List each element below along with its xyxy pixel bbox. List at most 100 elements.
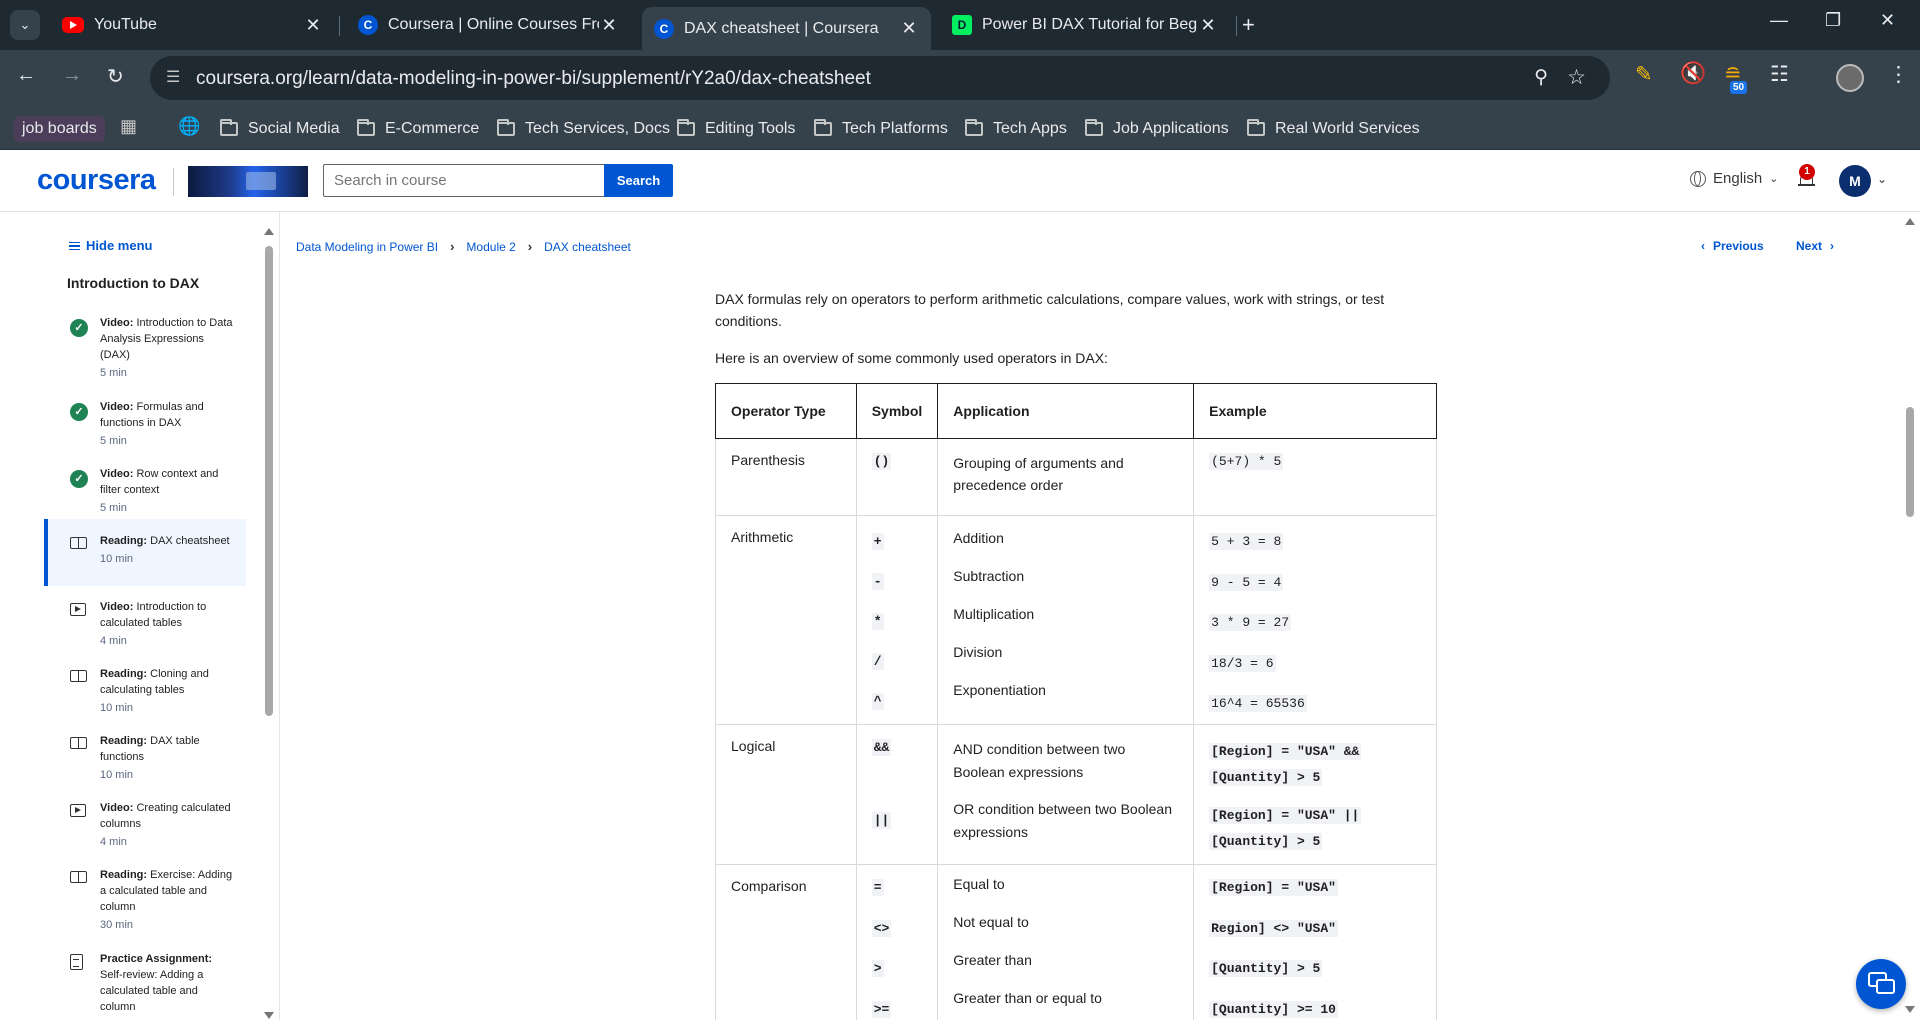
close-tab-icon[interactable]: ✕ [1198,15,1218,36]
bookmark-folder-label: Real World Services [1275,120,1420,137]
chat-assistant-button[interactable] [1856,959,1906,1009]
tab-youtube[interactable]: YouTube ✕ [50,8,335,42]
bookmark-folder[interactable]: Tech Services, Docs [497,116,670,142]
hide-menu-button[interactable]: Hide menu [69,238,152,253]
tab-dax-cheatsheet[interactable]: C DAX cheatsheet | Coursera ✕ [642,7,931,50]
symbol: / [871,653,884,670]
folder-icon [1247,119,1265,136]
bookmark-folder[interactable]: Editing Tools [677,116,795,142]
chevron-down-icon[interactable]: ⌄ [1877,172,1887,186]
extensions-puzzle-icon[interactable]: ☷ [1770,62,1789,87]
item-kind: Video: [100,468,134,480]
user-avatar[interactable]: M [1839,165,1871,197]
sidebar-scrollbar[interactable] [264,228,274,1019]
scrollbar-thumb[interactable] [1906,407,1914,517]
next-button[interactable]: Next › [1796,239,1834,253]
chat-bubble-icon [1876,979,1895,994]
new-tab-plus-icon[interactable]: + [1242,12,1255,38]
datacamp-icon: D [952,15,972,35]
breadcrumb-current-page[interactable]: DAX cheatsheet [544,240,631,254]
module-title: Introduction to DAX [67,275,200,291]
item-kind: Video: [100,401,134,413]
bookmark-folder[interactable]: Tech Platforms [814,116,948,142]
intro-paragraph: DAX formulas rely on operators to perfor… [715,291,1385,329]
forward-arrow-icon[interactable]: → [62,64,82,87]
coursera-logo[interactable]: coursera [37,164,156,197]
item-duration: 10 min [100,769,134,781]
previous-button[interactable]: ‹ Previous [1701,239,1764,253]
tab-power-bi-tutorial[interactable]: D Power BI DAX Tutorial for Begin ✕ [940,8,1230,42]
bookmark-folder-label: Tech Services, Docs [525,120,670,137]
bookmark-folder[interactable]: Job Applications [1085,116,1229,142]
close-tab-icon[interactable]: ✕ [303,15,323,36]
sidebar-item-table-functions[interactable]: Reading: DAX table functions 10 min [44,720,246,787]
reading-book-icon [70,871,87,883]
restore-icon[interactable]: ❐ [1825,10,1841,31]
browser-profile-avatar[interactable] [1836,64,1864,92]
bookmark-job-boards[interactable]: job boards [14,116,105,142]
page-scrollbar[interactable] [1904,216,1916,1020]
operator-type: Logical [715,724,857,865]
breadcrumb: Data Modeling in Power BI › Module 2 › D… [296,239,631,254]
sidebar-item-calculated-columns[interactable]: Video: Creating calculated columns 4 min [44,787,246,854]
apps-grid-icon[interactable]: ▦ [120,116,137,137]
sidebar-item-formulas[interactable]: ✓ Video: Formulas and functions in DAX 5… [44,392,246,459]
address-bar[interactable]: ☰ coursera.org/learn/data-modeling-in-po… [150,56,1610,100]
example-code: [Region] = "USA" && [1209,743,1362,760]
sidebar-item-cloning-tables[interactable]: Reading: Cloning and calculating tables … [44,653,246,720]
symbol: () [871,453,892,470]
logo-divider [173,168,174,196]
tab-search-chevron-icon[interactable]: ⌄ [10,10,40,40]
scroll-down-arrow-icon[interactable] [264,1012,274,1019]
bookmark-folder[interactable]: Real World Services [1247,116,1420,142]
globe-bookmark-icon[interactable]: 🌐 [178,116,200,137]
bookmark-folder[interactable]: Social Media [220,116,340,142]
back-arrow-icon[interactable]: ← [16,64,36,87]
site-info-icon[interactable]: ☰ [166,67,180,87]
chevron-right-icon: › [1830,239,1835,253]
search-button[interactable]: Search [604,164,673,197]
mute-tab-icon[interactable]: 🔇 [1680,62,1706,86]
breadcrumb-course-link[interactable]: Data Modeling in Power BI [296,240,438,254]
zoom-icon[interactable]: ⚲ [1534,66,1548,89]
browser-menu-kebab-icon[interactable]: ⋮ [1888,62,1909,87]
address-url[interactable]: coursera.org/learn/data-modeling-in-powe… [196,68,871,90]
bookmark-folder[interactable]: E-Commerce [357,116,479,142]
scroll-down-arrow-icon[interactable] [1905,1006,1915,1013]
scrollbar-thumb[interactable] [265,246,273,716]
item-duration: 5 min [100,367,127,379]
application: Not equal to [953,914,1029,930]
tab-coursera-home[interactable]: C Coursera | Online Courses From ✕ [346,8,631,42]
column-header: Application [937,383,1195,439]
sidebar-item-exercise[interactable]: Reading: Exercise: Adding a calculated t… [44,854,246,938]
bookmark-star-icon[interactable]: ☆ [1567,65,1586,90]
scroll-up-arrow-icon[interactable] [1905,218,1915,225]
example-code: [Quantity] > 5 [1209,960,1323,977]
close-tab-icon[interactable]: ✕ [899,18,919,39]
breadcrumb-module-link[interactable]: Module 2 [466,240,515,254]
highlighter-extension-icon[interactable]: ✎ [1635,62,1653,87]
language-label: English [1713,170,1763,187]
item-duration: 5 min [100,435,127,447]
course-search-input[interactable] [323,164,604,197]
sidebar-item-practice-assignment[interactable]: Practice Assignment: Self-review: Adding… [44,938,246,1018]
minimize-icon[interactable]: — [1770,10,1788,31]
sidebar-item-row-context[interactable]: ✓ Video: Row context and filter context … [44,459,246,526]
tab-title: DAX cheatsheet | Coursera [684,19,879,37]
sidebar-item-dax-cheatsheet[interactable]: Reading: DAX cheatsheet 10 min [44,519,246,586]
item-title: DAX cheatsheet [150,535,230,547]
scroll-up-arrow-icon[interactable] [264,228,274,235]
reload-icon[interactable]: ↻ [107,64,124,89]
close-window-icon[interactable]: ✕ [1880,10,1895,31]
chevron-right-icon: › [527,239,533,254]
sidebar-item-calculated-tables[interactable]: Video: Introduction to calculated tables… [44,586,246,653]
video-play-icon [70,804,86,817]
tab-title: Power BI DAX Tutorial for Begin [982,16,1198,33]
close-tab-icon[interactable]: ✕ [599,15,619,36]
symbol-cell: = <> > >= [855,864,938,1020]
youtube-icon [62,17,84,33]
bookmark-folder[interactable]: Tech Apps [965,116,1067,142]
column-header: Operator Type [715,383,857,439]
language-selector[interactable]: English ⌄ [1690,170,1778,187]
sidebar-item-intro-dax[interactable]: ✓ Video: Introduction to Data Analysis E… [44,308,246,392]
